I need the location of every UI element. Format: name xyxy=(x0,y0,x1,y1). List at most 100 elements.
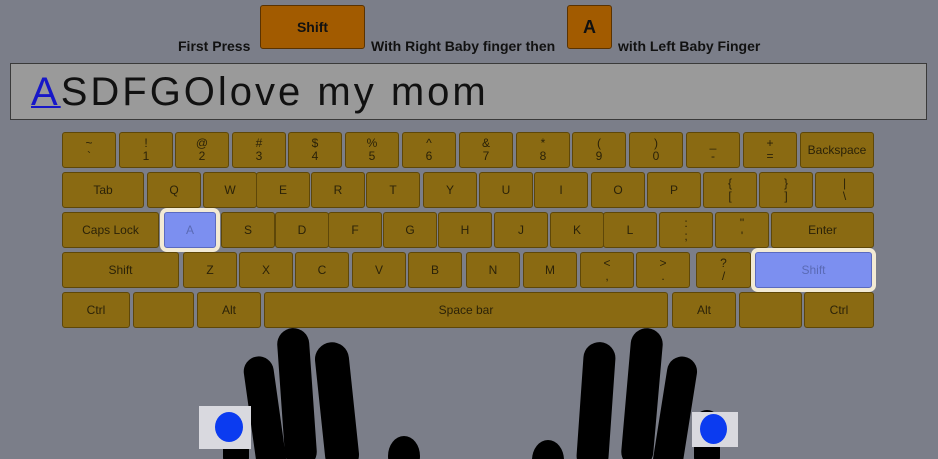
right-thumb xyxy=(532,440,564,459)
key-label: A xyxy=(185,222,194,237)
key-label: E xyxy=(278,182,287,197)
key-label: Ctrl xyxy=(829,302,849,317)
key-base-symbol: 5 xyxy=(368,149,376,163)
key-0-blank[interactable]: ) 0 xyxy=(629,132,683,168)
key-z[interactable]: Z xyxy=(183,252,237,288)
key-base-symbol: 1 xyxy=(142,149,150,163)
key-i[interactable]: I xyxy=(534,172,588,208)
key-label: L xyxy=(626,222,634,237)
key-o[interactable]: O xyxy=(591,172,645,208)
key-base-symbol: , xyxy=(605,269,609,283)
key-label: B xyxy=(430,262,439,277)
key-h[interactable]: H xyxy=(438,212,492,248)
key-x[interactable]: X xyxy=(239,252,293,288)
key-label: Caps Lock xyxy=(82,222,139,237)
key-shift[interactable]: Shift xyxy=(62,252,179,288)
key-blank-blank[interactable]: + = xyxy=(743,132,797,168)
key-g[interactable]: G xyxy=(383,212,437,248)
key-3-blank[interactable]: #3 xyxy=(232,132,286,168)
key-f[interactable]: F xyxy=(328,212,382,248)
key-tab[interactable]: Tab xyxy=(62,172,144,208)
key-d[interactable]: D xyxy=(275,212,329,248)
key-m[interactable]: M xyxy=(523,252,577,288)
key-c[interactable]: C xyxy=(295,252,349,288)
key-base-symbol: ` xyxy=(87,149,91,163)
key-label: Shift xyxy=(108,262,133,277)
key-label: T xyxy=(389,182,397,197)
key-l[interactable]: L xyxy=(603,212,657,248)
key-label: Alt xyxy=(696,302,711,317)
key-b[interactable]: B xyxy=(408,252,462,288)
key-s[interactable]: S xyxy=(221,212,275,248)
key-6-blank[interactable]: ^ 6 xyxy=(402,132,456,168)
key-j[interactable]: J xyxy=(494,212,548,248)
key-w[interactable]: W xyxy=(203,172,257,208)
key-label: Shift xyxy=(801,262,826,277)
key-8-blank[interactable]: * 8 xyxy=(516,132,570,168)
key-5-blank[interactable]: % 5 xyxy=(345,132,399,168)
remaining-text: SDFGOlove my mom xyxy=(60,70,489,114)
key-label: K xyxy=(572,222,581,237)
typing-text: ASDFGOlove my mom xyxy=(31,70,489,115)
key-r[interactable]: R xyxy=(311,172,365,208)
instruction-key-shift: Shift xyxy=(260,5,365,49)
key-enter[interactable]: Enter xyxy=(771,212,874,248)
key-blank-blank[interactable]: :; xyxy=(659,212,713,248)
key-u[interactable]: U xyxy=(479,172,533,208)
key-e[interactable]: E xyxy=(256,172,310,208)
key-label: H xyxy=(460,222,470,237)
key-7-blank[interactable]: & 7 xyxy=(459,132,513,168)
key-blank-blank[interactable]: ? / xyxy=(696,252,751,288)
key-q[interactable]: Q xyxy=(147,172,201,208)
key-label: Tab xyxy=(93,182,113,197)
key-blank-blank[interactable]: {[ xyxy=(703,172,757,208)
key-label: I xyxy=(559,182,563,197)
key-label: W xyxy=(224,182,236,197)
key-blank-blank[interactable]: | \ xyxy=(815,172,874,208)
key-base-symbol: = xyxy=(766,149,774,163)
first-press-text: First Press xyxy=(178,38,251,54)
key-v[interactable]: V xyxy=(352,252,406,288)
key-9-blank[interactable]: (9 xyxy=(572,132,626,168)
key-label: F xyxy=(351,222,359,237)
key-caps-lock[interactable]: Caps Lock xyxy=(62,212,159,248)
key-2-blank[interactable]: @2 xyxy=(175,132,229,168)
instruction-key-a: A xyxy=(567,5,612,49)
key-y[interactable]: Y xyxy=(423,172,477,208)
key-label: R xyxy=(333,182,343,197)
key-a-highlighted[interactable]: A xyxy=(164,212,216,248)
end-instruction-text: with Left Baby Finger xyxy=(618,38,761,54)
key-t[interactable]: T xyxy=(366,172,420,208)
key-k[interactable]: K xyxy=(550,212,604,248)
key-label: G xyxy=(405,222,415,237)
key-label: C xyxy=(317,262,327,277)
middle-instruction-text: With Right Baby finger then xyxy=(371,38,556,54)
key-base-symbol: ' xyxy=(740,229,744,243)
key-n[interactable]: N xyxy=(466,252,520,288)
key-blank-blank[interactable]: >. xyxy=(636,252,690,288)
key-blank-blank[interactable]: _ - xyxy=(686,132,740,168)
right-pinky-marker xyxy=(692,412,738,447)
key-p[interactable]: P xyxy=(647,172,701,208)
key-label: X xyxy=(261,262,270,277)
key-4-blank[interactable]: $4 xyxy=(288,132,342,168)
key-base-symbol: 4 xyxy=(311,149,319,163)
key-label: V xyxy=(374,262,383,277)
left-thumb xyxy=(388,436,420,459)
key-label: Ctrl xyxy=(86,302,106,317)
key-shift-highlighted[interactable]: Shift xyxy=(755,252,872,288)
key-backspace[interactable]: Backspace xyxy=(800,132,874,168)
key-base-symbol: 2 xyxy=(198,149,206,163)
key-blank-blank[interactable]: <, xyxy=(580,252,634,288)
key-label: O xyxy=(613,182,623,197)
key-1-blank[interactable]: ! 1 xyxy=(119,132,173,168)
key-blank-blank[interactable]: " ' xyxy=(715,212,769,248)
key-blank-blank[interactable]: ~ ` xyxy=(62,132,116,168)
right-pinky-dot xyxy=(700,414,727,444)
key-label: Y xyxy=(445,182,454,197)
key-blank-blank[interactable]: }] xyxy=(759,172,813,208)
key-label: Z xyxy=(206,262,214,277)
key-base-symbol: ] xyxy=(784,189,788,203)
key-base-symbol: \ xyxy=(842,189,847,203)
key-label: Q xyxy=(169,182,179,197)
